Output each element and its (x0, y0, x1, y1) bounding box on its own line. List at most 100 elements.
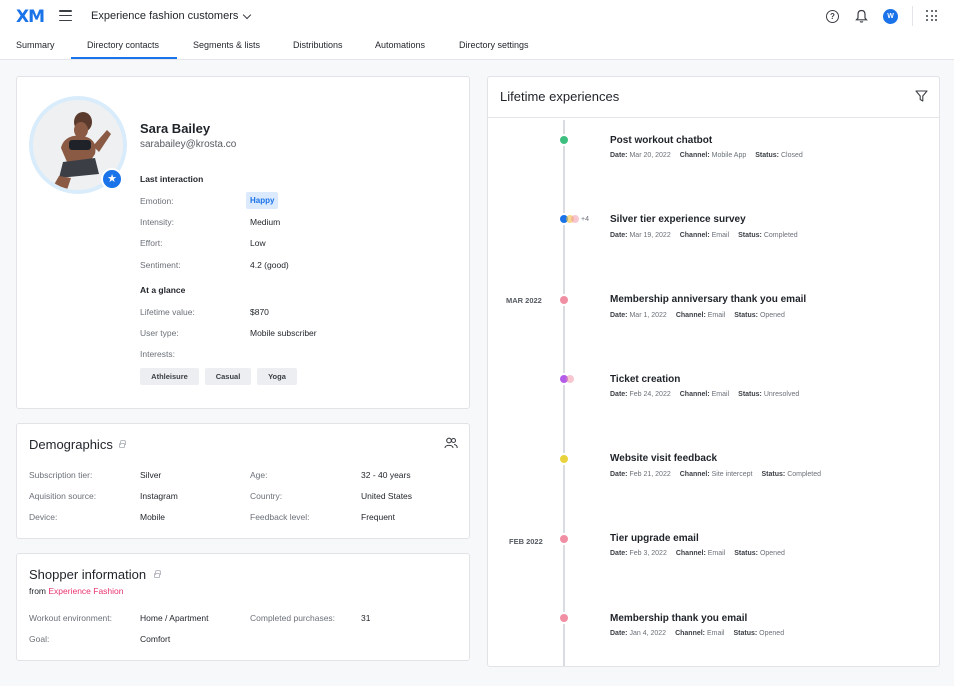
event-title[interactable]: Membership thank you email (610, 613, 747, 624)
event-marker[interactable] (560, 455, 568, 463)
event-meta: Date: Mar 1, 2022 Channel: Email Status: O… (610, 312, 785, 319)
event-marker[interactable] (560, 535, 568, 543)
event-channel: Mobile App (711, 152, 747, 159)
shopper-source: from Experience Fashion (29, 586, 124, 596)
interests-label: Interests: (140, 349, 175, 359)
interest-chip[interactable]: Yoga (257, 368, 297, 385)
workout-environment-value: Home / Apartment (140, 613, 209, 623)
menu-icon[interactable] (59, 10, 72, 21)
completed-purchases-label: Completed purchases: (250, 613, 336, 623)
timeline-month-label: FEB 2022 (509, 537, 543, 546)
acquisition-source-label: Aquisition source: (29, 491, 97, 501)
event-date: Feb 21, 2022 (629, 471, 671, 478)
goal-value: Comfort (140, 634, 171, 644)
app-grid-icon[interactable] (926, 10, 937, 21)
date-label: Date: (610, 312, 628, 319)
date-label: Date: (610, 391, 628, 398)
channel-label: Channel: (679, 391, 710, 398)
event-title[interactable]: Silver tier experience survey (610, 214, 746, 225)
more-events-count[interactable]: +4 (581, 216, 589, 223)
intensity-label: Intensity: (140, 217, 175, 227)
lifetime-value: $870 (250, 307, 269, 317)
event-title[interactable]: Ticket creation (610, 374, 680, 385)
source-brand-link[interactable]: Experience Fashion (48, 586, 123, 596)
device-label: Device: (29, 512, 58, 522)
contact-email: sarabailey@krosta.co (140, 139, 237, 150)
timeline-month-label: MAR 2022 (506, 296, 542, 305)
bell-icon[interactable] (855, 9, 868, 23)
divider (912, 6, 913, 26)
event-status: Closed (780, 152, 803, 159)
event-title[interactable]: Post workout chatbot (610, 135, 712, 146)
event-meta: Date: Feb 24, 2022 Channel: Email Status: … (610, 391, 799, 398)
goal-label: Goal: (29, 634, 50, 644)
acquisition-source-value: Instagram (140, 491, 178, 501)
source-prefix: from (29, 586, 46, 596)
device-value: Mobile (140, 512, 166, 522)
channel-label: Channel: (675, 550, 706, 557)
date-label: Date: (610, 550, 628, 557)
event-status: Opened (759, 630, 785, 637)
event-meta: Date: Mar 19, 2022 Channel: Email Status: … (610, 232, 798, 239)
event-channel: Email (706, 630, 725, 637)
people-icon[interactable] (444, 437, 458, 449)
tab-directory-contacts[interactable]: Directory contacts (87, 40, 159, 50)
xm-logo[interactable]: XM (16, 7, 45, 27)
tab-segments-lists[interactable]: Segments & lists (193, 40, 260, 50)
event-status: Completed (787, 471, 822, 478)
status-label: Status: (738, 391, 762, 398)
user-avatar[interactable]: W (883, 9, 898, 24)
sentiment-label: Sentiment: (140, 260, 181, 270)
tab-summary[interactable]: Summary (16, 40, 55, 50)
shopper-title: Shopper information (29, 567, 147, 582)
event-title[interactable]: Tier upgrade email (610, 533, 699, 544)
last-interaction-heading: Last interaction (140, 174, 204, 184)
contact-name: Sara Bailey (140, 121, 211, 136)
event-title[interactable]: Website visit feedback (610, 453, 717, 464)
at-a-glance-heading: At a glance (140, 285, 186, 295)
event-title[interactable]: Membership anniversary thank you email (610, 294, 806, 305)
status-label: Status: (733, 630, 758, 637)
event-date: Mar 20, 2022 (629, 152, 671, 159)
age-value: 32 - 40 years (361, 470, 411, 480)
workout-environment-label: Workout environment: (29, 613, 112, 623)
status-label: Status: (734, 312, 758, 319)
sentiment-value: 4.2 (good) (250, 260, 289, 270)
event-meta: Date: Mar 20, 2022 Channel: Mobile App Sta… (610, 152, 803, 159)
channel-label: Channel: (679, 232, 710, 239)
help-icon[interactable]: ? (826, 10, 839, 23)
channel-label: Channel: (675, 312, 706, 319)
event-marker[interactable] (560, 614, 568, 622)
channel-label: Channel: (679, 152, 710, 159)
event-channel: Email (711, 391, 730, 398)
stacked-marker (571, 215, 579, 223)
subscription-tier-value: Silver (140, 470, 162, 480)
status-label: Status: (761, 471, 786, 478)
lifetime-value-label: Lifetime value: (140, 307, 195, 317)
event-marker[interactable] (560, 136, 568, 144)
event-channel: Site intercept (711, 471, 753, 478)
date-label: Date: (610, 232, 628, 239)
demographics-title: Demographics (29, 437, 113, 452)
project-selector[interactable]: Experience fashion customers (91, 10, 252, 22)
interest-chip[interactable]: Casual (205, 368, 251, 385)
event-marker[interactable] (560, 296, 568, 304)
intensity-value: Medium (250, 217, 281, 227)
tab-distributions[interactable]: Distributions (293, 40, 343, 50)
user-type-value: Mobile subscriber (250, 328, 317, 338)
event-meta: Date: Feb 21, 2022 Channel: Site intercep… (610, 471, 821, 478)
interest-chip[interactable]: Athleisure (140, 368, 199, 385)
tab-directory-settings[interactable]: Directory settings (459, 40, 529, 50)
lock-icon (154, 570, 161, 578)
event-date: Jan 4, 2022 (629, 630, 667, 637)
country-value: United States (361, 491, 413, 501)
emotion-badge: Happy (246, 192, 279, 209)
event-date: Feb 24, 2022 (629, 391, 671, 398)
project-name: Experience fashion customers (91, 10, 239, 22)
tab-automations[interactable]: Automations (375, 40, 425, 50)
event-channel: Email (707, 312, 726, 319)
stacked-marker (566, 375, 574, 383)
filter-icon[interactable] (915, 90, 928, 102)
event-status: Opened (759, 550, 785, 557)
event-status: Unresolved (763, 391, 800, 398)
